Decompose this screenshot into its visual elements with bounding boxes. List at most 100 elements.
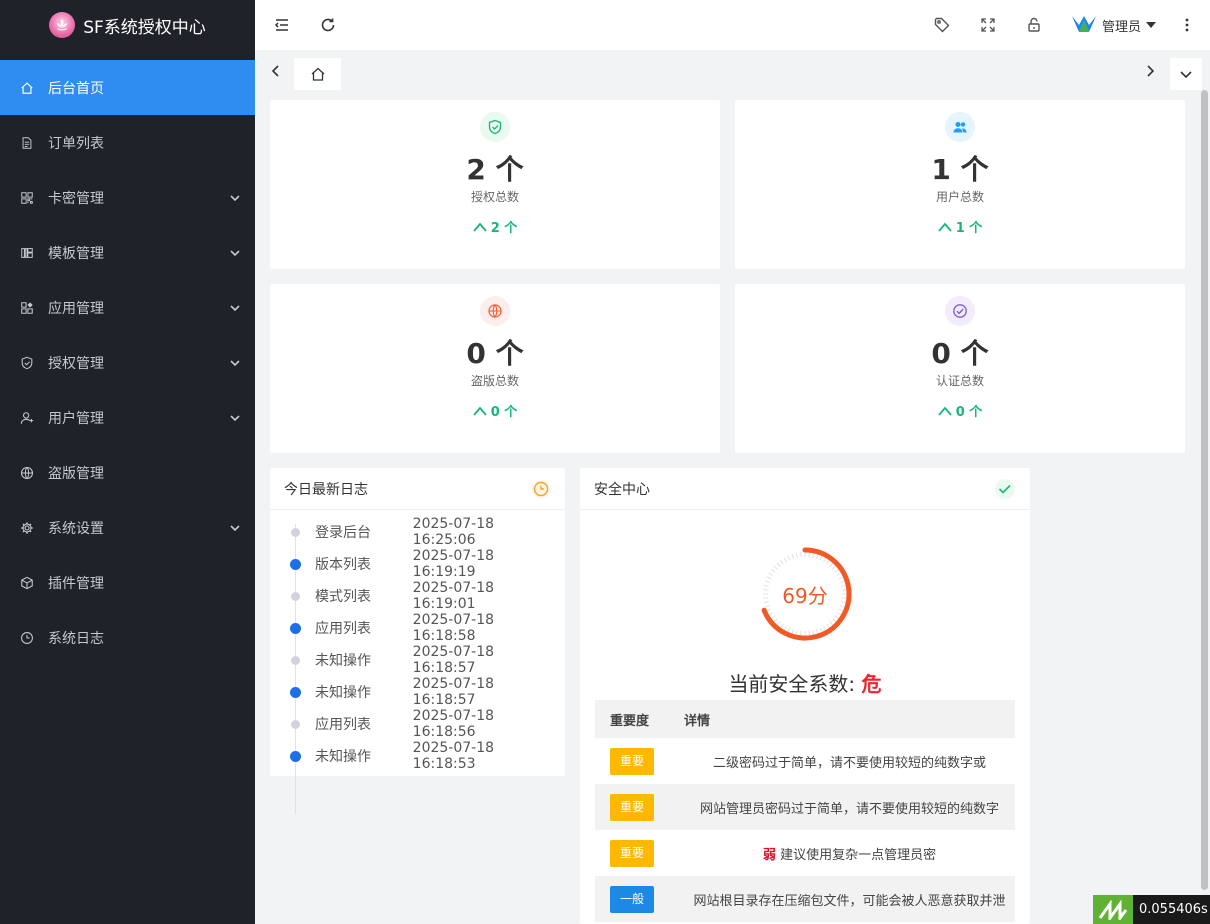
tab-dropdown[interactable] — [1170, 58, 1202, 90]
globe-icon — [480, 296, 510, 326]
tab-home[interactable] — [294, 58, 341, 90]
stat-label: 授权总数 — [470, 190, 519, 204]
sidebar-item-label: 用户管理 — [48, 410, 104, 427]
log-name: 应用列表 — [315, 717, 371, 733]
fullscreen-icon[interactable] — [978, 15, 998, 35]
gauge-tick — [829, 562, 834, 567]
gauge-tick — [779, 623, 784, 629]
gauge-tick — [766, 576, 772, 580]
gauge-tick — [834, 568, 840, 573]
sidebar-item-label: 插件管理 — [48, 575, 104, 592]
log-time: 2025-07-18 16:18:53 — [412, 740, 495, 772]
tag-icon[interactable] — [932, 15, 952, 35]
sidebar-item-0[interactable]: 后台首页 — [0, 60, 255, 115]
gauge-tick — [812, 552, 815, 558]
chevron-down-icon — [230, 359, 240, 366]
scrollbar-thumb[interactable] — [1201, 90, 1208, 890]
sidebar-item-2[interactable]: 卡密管理 — [0, 170, 255, 225]
sidebar-item-4[interactable]: 应用管理 — [0, 280, 255, 335]
sidebar: SF系统授权中心 后台首页订单列表卡密管理模板管理应用管理授权管理用户管理盗版管… — [0, 0, 255, 924]
gauge-tick — [776, 562, 781, 567]
weak-tag: 弱 — [762, 847, 776, 863]
menu-collapse-icon[interactable] — [272, 15, 292, 35]
sidebar-item-6[interactable]: 用户管理 — [0, 390, 255, 445]
more-vertical-icon[interactable] — [1177, 15, 1197, 35]
importance-badge: 重要 — [610, 747, 654, 775]
tab-prev-icon[interactable] — [269, 64, 283, 78]
timer-value: 0.055406s — [1139, 902, 1208, 917]
detail-cell: 网站管理员密码过于简单，请不要使用较短的纯数字 — [684, 798, 1015, 817]
log-time: 2025-07-18 16:18:58 — [412, 612, 495, 644]
check-circle-icon — [945, 296, 975, 326]
arrow-up-icon — [473, 222, 487, 232]
brand[interactable]: SF系统授权中心 — [0, 0, 255, 50]
scrollbar[interactable] — [1199, 90, 1210, 924]
gauge-tick — [819, 555, 823, 561]
gauge-tick — [770, 615, 776, 620]
stat-delta: 0 个 — [735, 401, 1185, 420]
stat-value: 0 个 — [931, 337, 989, 370]
stat-card-0: 2 个授权总数 2 个 — [270, 100, 720, 269]
security-table: 重要度 详情 重要 二级密码过于简单，请不要使用较短的纯数字或 重要 网站管理员密码过… — [595, 700, 1015, 922]
gauge-tick — [823, 557, 827, 563]
log-list: 登录后台 2025-07-18 16:25:06 版本列表 2025-07-18 16… — [270, 510, 565, 814]
avatar — [1072, 16, 1096, 32]
gauge-tick — [800, 552, 802, 558]
lock-icon[interactable] — [1024, 15, 1044, 35]
log-item: 应用列表 2025-07-18 16:18:58 — [284, 612, 551, 644]
detail-text: 二级密码过于简单，请不要使用较短的纯数字或 — [712, 755, 986, 771]
gauge-tick — [795, 630, 798, 636]
gauge-tick — [838, 608, 844, 612]
sidebar-item-5[interactable]: 授权管理 — [0, 335, 255, 390]
gauge-tick — [766, 608, 772, 612]
log-item: 登录后台 2025-07-18 16:25:06 — [284, 516, 551, 548]
log-name: 版本列表 — [315, 557, 371, 573]
stat-label: 盗版总数 — [470, 374, 519, 388]
header-importance: 重要度 — [610, 713, 650, 729]
user-icon — [20, 411, 34, 425]
detail-text: 网站管理员密码过于简单，请不要使用较短的纯数字 — [699, 801, 999, 817]
gauge-tick — [779, 559, 784, 565]
sidebar-item-1[interactable]: 订单列表 — [0, 115, 255, 170]
security-score: 69分 — [782, 584, 828, 608]
stat-delta-value: 1 个 — [955, 221, 983, 236]
log-panel-title: 今日最新日志 — [284, 481, 368, 498]
home-icon — [311, 67, 324, 81]
check-icon — [995, 478, 1015, 499]
sidebar-item-3[interactable]: 模板管理 — [0, 225, 255, 280]
sidebar-item-label: 应用管理 — [48, 300, 104, 317]
sidebar-item-7[interactable]: 盗版管理 — [0, 445, 255, 500]
gauge-tick — [836, 612, 842, 616]
gear-icon — [20, 521, 34, 535]
sidebar-item-label: 模板管理 — [48, 245, 104, 262]
sidebar-item-9[interactable]: 插件管理 — [0, 555, 255, 610]
log-time: 2025-07-18 16:19:19 — [412, 548, 495, 580]
gauge-tick — [773, 565, 778, 570]
stat-label: 认证总数 — [935, 374, 984, 388]
sidebar-item-8[interactable]: 系统设置 — [0, 500, 255, 555]
tab-next-icon[interactable] — [1143, 64, 1157, 78]
stat-value: 1 个 — [931, 153, 989, 186]
gauge-tick — [768, 572, 774, 576]
brand-title: SF系统授权中心 — [83, 17, 206, 38]
stat-delta: 0 个 — [270, 401, 720, 420]
sidebar-item-10[interactable]: 系统日志 — [0, 610, 255, 665]
caret-down-icon — [1146, 22, 1157, 28]
log-name: 模式列表 — [315, 589, 371, 605]
gauge-tick — [773, 618, 778, 623]
gauge-tick — [783, 557, 787, 563]
lotus-logo-icon — [49, 12, 76, 38]
gauge-tick — [770, 568, 776, 573]
sidebar-item-label: 订单列表 — [48, 135, 104, 152]
user-menu[interactable]: 管理员 — [1070, 13, 1157, 37]
gauge-tick — [791, 629, 795, 635]
gauge-tick — [783, 625, 787, 631]
timeline-dot — [290, 686, 301, 698]
timeline-dot — [290, 622, 301, 634]
gauge-tick — [768, 612, 774, 616]
log-name: 应用列表 — [315, 621, 371, 637]
refresh-icon[interactable] — [318, 15, 338, 35]
sidebar-item-label: 后台首页 — [48, 80, 104, 97]
stat-delta: 1 个 — [735, 217, 1185, 236]
gauge-tick — [808, 552, 810, 558]
